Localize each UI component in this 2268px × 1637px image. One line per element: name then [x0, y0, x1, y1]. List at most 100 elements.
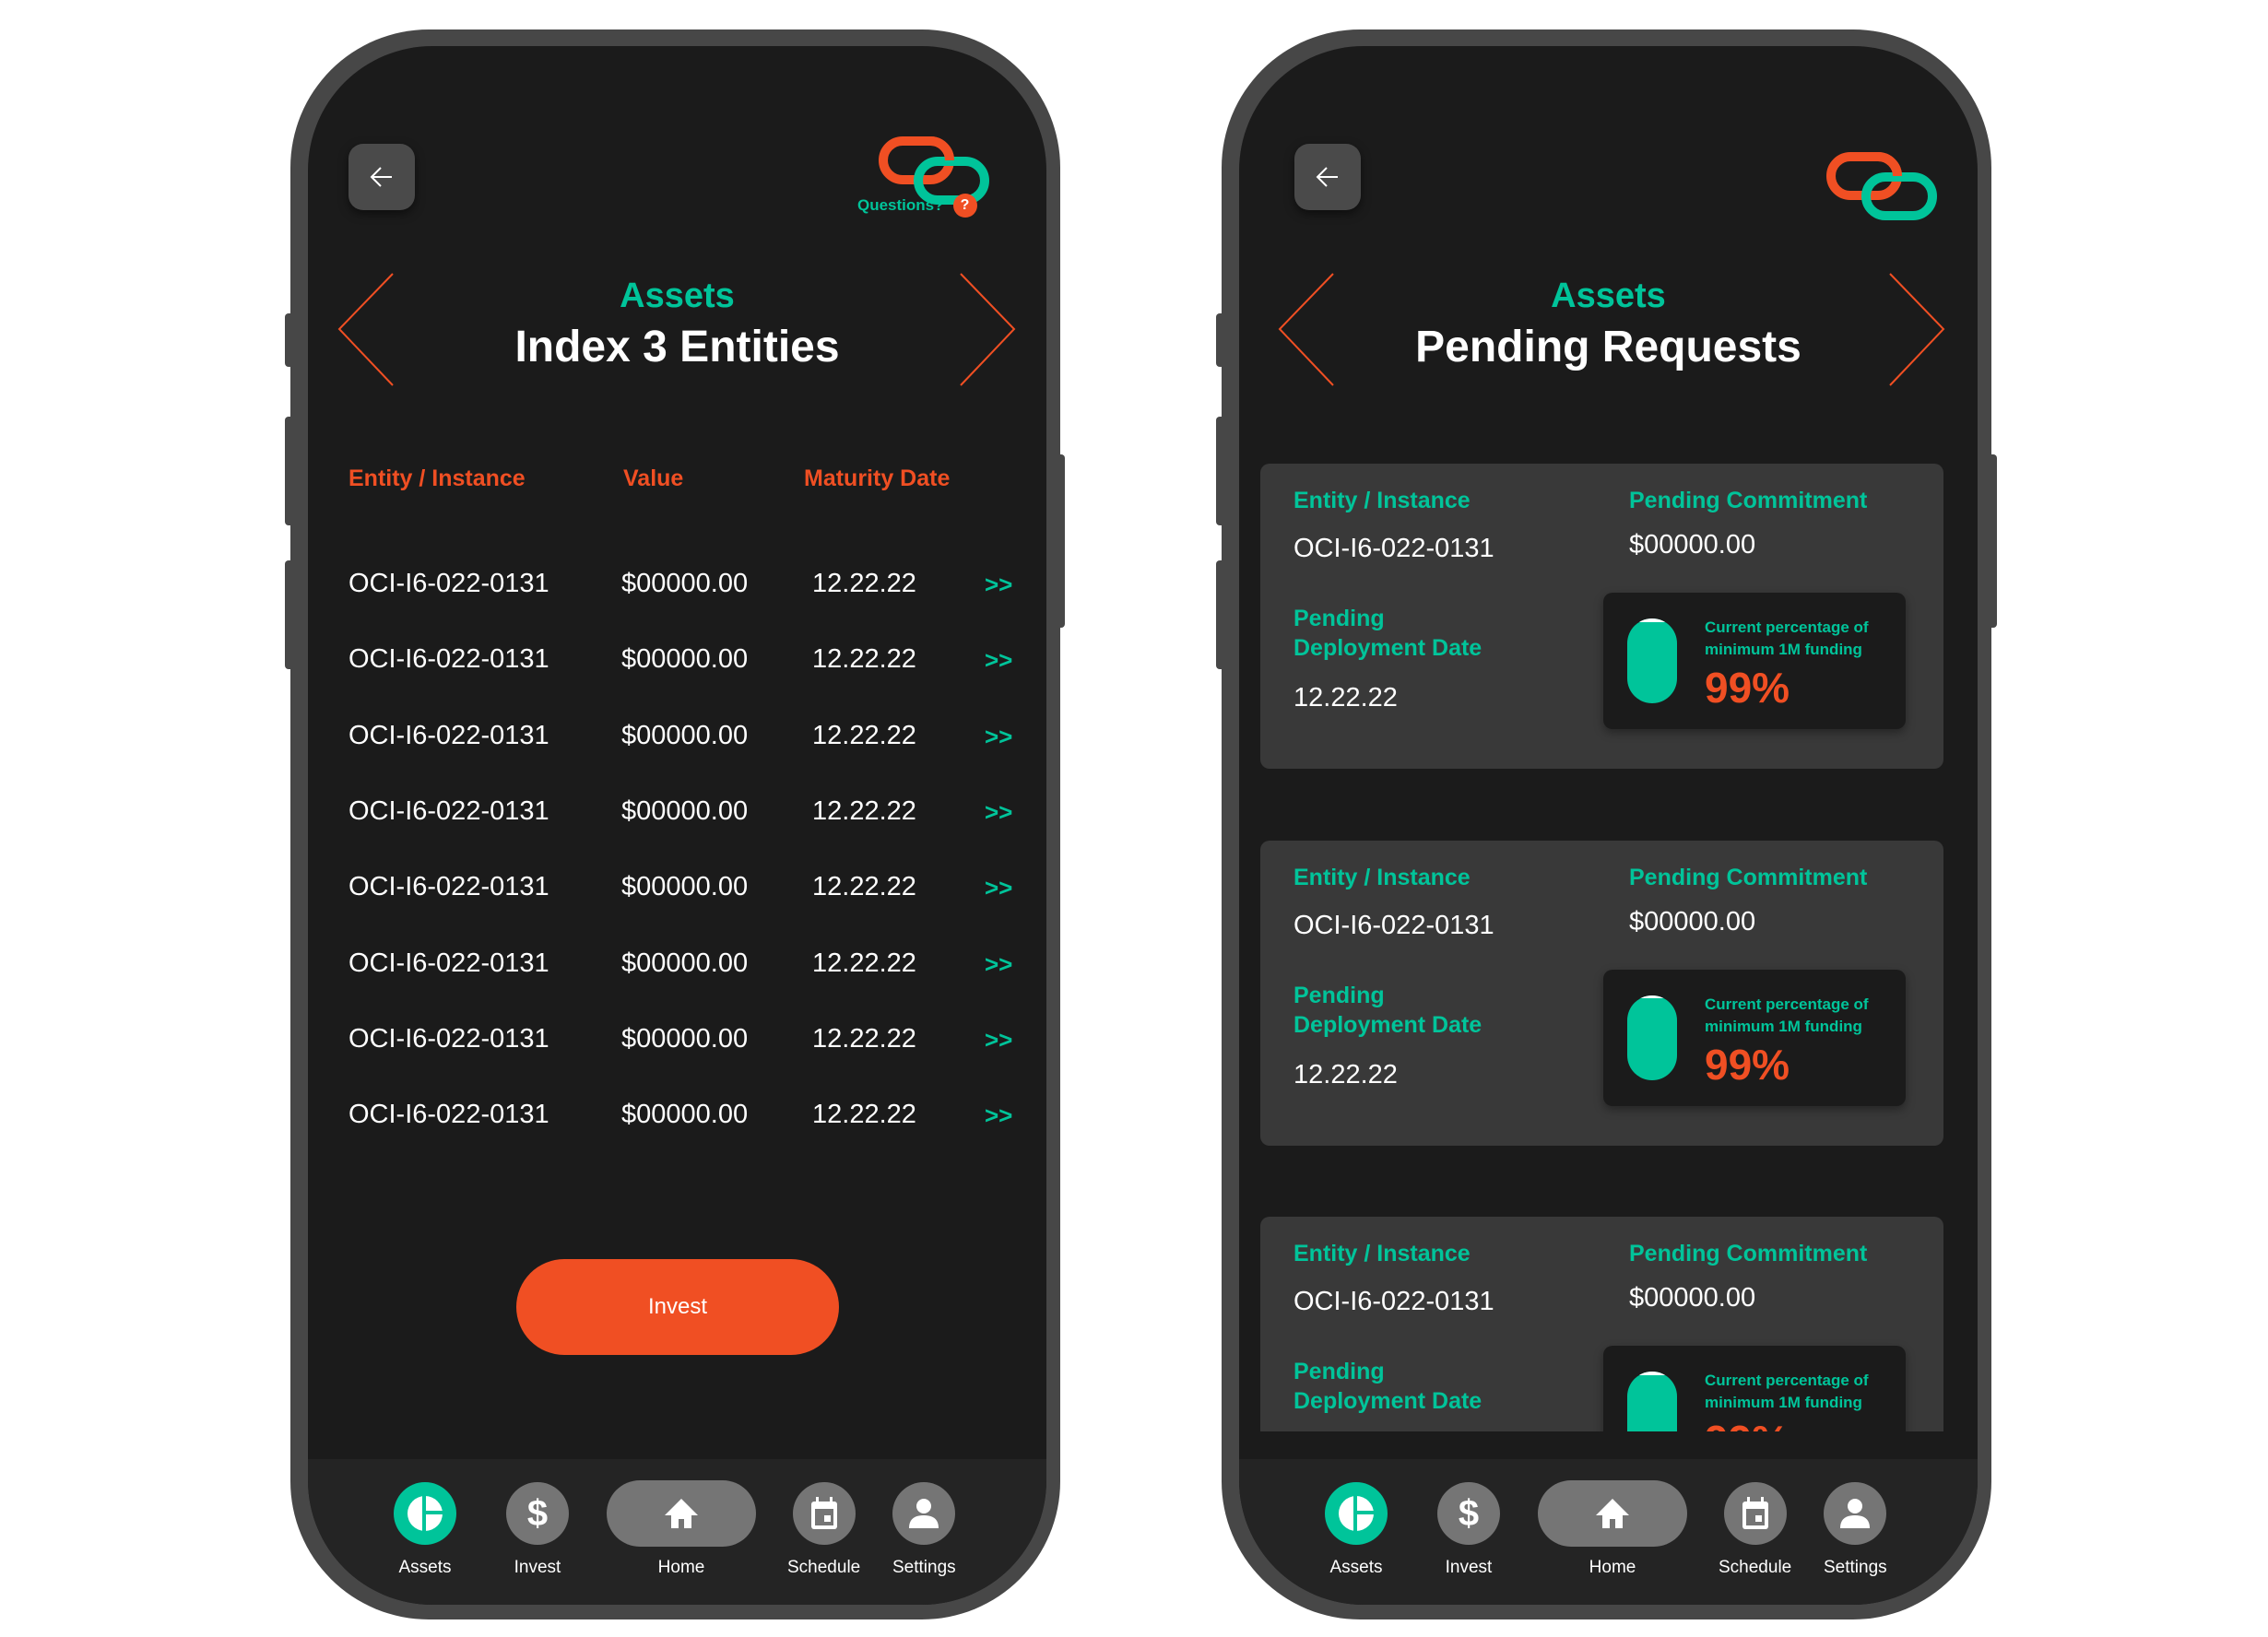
commitment-label: Pending Commitment [1629, 864, 1868, 890]
arrow-left-icon [370, 167, 392, 187]
funding-percentage: 99% [1705, 1040, 1790, 1089]
date-cell: 12.22.22 [812, 795, 916, 826]
requests-list[interactable]: Entity / Instance OCI-I6-022-0131 Pending … [1239, 46, 1978, 1431]
entity-cell: OCI-I6-022-0131 [348, 1023, 549, 1054]
entity-cell: OCI-I6-022-0131 [348, 644, 549, 675]
commitment-value: $00000.00 [1629, 1283, 1756, 1313]
commitment-label: Pending Commitment [1629, 488, 1868, 513]
table-header: Entity / Instance Value Maturity Date [348, 465, 1010, 502]
funding-percentage: 99% [1705, 1416, 1790, 1431]
deployment-date-value: 12.22.22 [1293, 1059, 1398, 1089]
value-cell: $00000.00 [621, 1100, 749, 1130]
funding-gauge-empty [1627, 995, 1677, 999]
deployment-date-label-line2: Deployment Date [1293, 1011, 1482, 1038]
funding-label-line1: Current percentage of [1705, 995, 1869, 1013]
request-card[interactable]: Entity / Instance OCI-I6-022-0131 Pending … [1260, 840, 1943, 1146]
request-card[interactable]: Entity / Instance OCI-I6-022-0131 Pending … [1260, 1217, 1943, 1431]
nav-item-assets[interactable]: Assets [394, 1482, 456, 1578]
nav-item-assets[interactable]: Assets [1325, 1482, 1388, 1578]
funding-gauge-empty [1627, 618, 1677, 622]
phone-frame-right: Assets Pending Requests Entity / Instanc… [1222, 29, 1991, 1619]
value-cell: $00000.00 [621, 872, 749, 902]
table-row[interactable]: OCI-I6-022-0131 $00000.00 12.22.22 >> [348, 1013, 1019, 1068]
double-chevron-right-icon[interactable]: >> [985, 1101, 1012, 1130]
nav-label-home: Home [1589, 1558, 1636, 1577]
funding-gauge [1627, 995, 1677, 1080]
funding-label-line1: Current percentage of [1705, 1372, 1869, 1389]
funding-panel: Current percentage of minimum 1M funding 9… [1603, 1346, 1906, 1431]
entity-label: Entity / Instance [1293, 488, 1471, 513]
double-chevron-right-icon[interactable]: >> [985, 723, 1012, 751]
entity-label: Entity / Instance [1293, 864, 1471, 890]
nav-item-settings[interactable]: Settings [1824, 1482, 1887, 1578]
entity-value: OCI-I6-022-0131 [1293, 1287, 1494, 1316]
pie-chart-icon [408, 1495, 444, 1532]
questions-link[interactable]: Questions? ? [857, 194, 977, 218]
column-header-value: Value [623, 465, 684, 491]
table-row[interactable]: OCI-I6-022-0131 $00000.00 12.22.22 >> [348, 633, 1019, 689]
nav-label-invest: Invest [514, 1558, 561, 1577]
phone-frame-left: Questions? ? Assets Index 3 Entities Ent… [290, 29, 1060, 1619]
date-cell: 12.22.22 [812, 1023, 916, 1054]
table-row[interactable]: OCI-I6-022-0131 $00000.00 12.22.22 >> [348, 785, 1019, 841]
double-chevron-right-icon[interactable]: >> [985, 1026, 1012, 1054]
request-card[interactable]: Entity / Instance OCI-I6-022-0131 Pending … [1260, 464, 1943, 769]
double-chevron-right-icon[interactable]: >> [985, 950, 1012, 979]
date-cell: 12.22.22 [812, 872, 916, 902]
back-button[interactable] [348, 144, 415, 210]
funding-label-line1: Current percentage of [1705, 618, 1869, 636]
nav-item-invest[interactable]: $ Invest [1437, 1482, 1500, 1578]
date-cell: 12.22.22 [812, 1100, 916, 1130]
value-cell: $00000.00 [621, 720, 749, 750]
entity-cell: OCI-I6-022-0131 [348, 795, 549, 826]
funding-label: Current percentage of minimum 1M funding [1705, 1370, 1898, 1414]
home-icon [665, 1499, 698, 1528]
user-icon [909, 1499, 939, 1528]
deployment-date-label: Pending Deployment Date [1293, 1357, 1482, 1416]
bottom-nav: Assets $ Invest Home Schedule Settings [1239, 1459, 1978, 1605]
nav-label-schedule: Schedule [1719, 1558, 1792, 1577]
value-cell: $00000.00 [621, 1023, 749, 1054]
nav-item-home[interactable]: Home [1538, 1480, 1687, 1578]
date-cell: 12.22.22 [812, 720, 916, 750]
nav-item-schedule[interactable]: Schedule [1719, 1482, 1791, 1578]
double-chevron-right-icon[interactable]: >> [985, 798, 1012, 827]
funding-percentage: 99% [1705, 664, 1790, 712]
column-header-entity: Entity / Instance [348, 465, 526, 491]
double-chevron-right-icon[interactable]: >> [985, 874, 1012, 902]
funding-gauge [1627, 1372, 1677, 1431]
entity-cell: OCI-I6-022-0131 [348, 948, 549, 978]
table-row[interactable]: OCI-I6-022-0131 $00000.00 12.22.22 >> [348, 861, 1019, 916]
nav-item-schedule[interactable]: Schedule [787, 1482, 860, 1578]
entity-label: Entity / Instance [1293, 1241, 1471, 1266]
screen-index-entities: Questions? ? Assets Index 3 Entities Ent… [308, 46, 1046, 1605]
entity-cell: OCI-I6-022-0131 [348, 569, 549, 598]
home-icon [1596, 1499, 1629, 1528]
table-row[interactable]: OCI-I6-022-0131 $00000.00 12.22.22 >> [348, 710, 1019, 765]
deployment-date-label-line2: Deployment Date [1293, 1388, 1482, 1414]
section-label: Assets [620, 277, 735, 315]
table-row[interactable]: OCI-I6-022-0131 $00000.00 12.22.22 >> [348, 1089, 1019, 1144]
deployment-date-value: 12.22.22 [1293, 683, 1398, 713]
funding-label: Current percentage of minimum 1M funding [1705, 617, 1898, 661]
dollar-icon: $ [526, 1492, 549, 1534]
commitment-value: $00000.00 [1629, 906, 1756, 936]
nav-label-assets: Assets [398, 1558, 452, 1577]
nav-item-invest[interactable]: $ Invest [506, 1482, 569, 1578]
table-row[interactable]: OCI-I6-022-0131 $00000.00 12.22.22 >> [348, 558, 1019, 613]
nav-label-settings: Settings [1824, 1558, 1887, 1577]
invest-button[interactable]: Invest [516, 1259, 839, 1355]
double-chevron-right-icon[interactable]: >> [985, 646, 1012, 675]
value-cell: $00000.00 [621, 569, 749, 598]
user-icon [1840, 1499, 1871, 1528]
funding-gauge-empty [1627, 1372, 1677, 1375]
nav-item-settings[interactable]: Settings [892, 1482, 956, 1578]
deployment-date-label: Pending Deployment Date [1293, 604, 1482, 663]
entity-cell: OCI-I6-022-0131 [348, 872, 549, 902]
table-row[interactable]: OCI-I6-022-0131 $00000.00 12.22.22 >> [348, 937, 1019, 993]
nav-item-home[interactable]: Home [607, 1480, 756, 1578]
deployment-date-label: Pending Deployment Date [1293, 981, 1482, 1040]
double-chevron-right-icon[interactable]: >> [985, 571, 1012, 599]
bottom-nav: Assets $ Invest Home Schedule Settings [308, 1459, 1046, 1605]
nav-label-home: Home [657, 1558, 705, 1577]
